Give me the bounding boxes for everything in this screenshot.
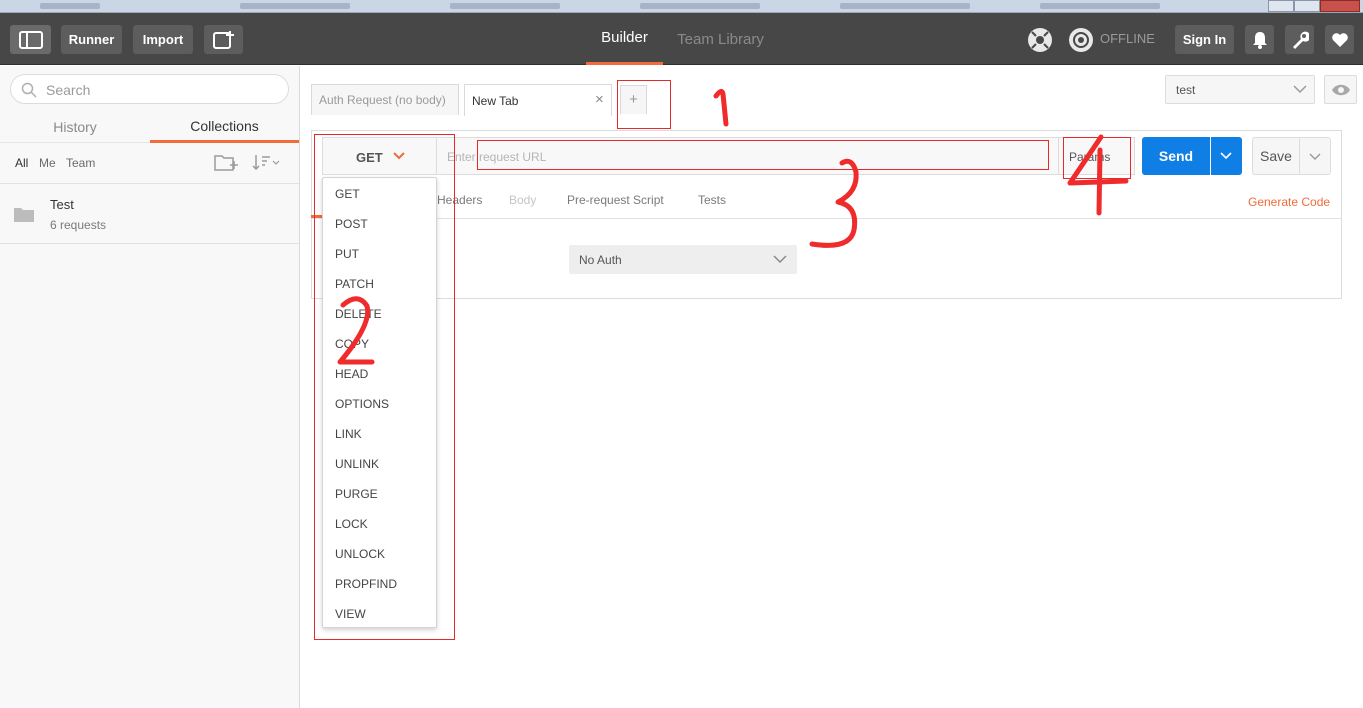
new-window-icon [212,30,234,49]
bell-icon [1252,31,1267,49]
os-maximize-button[interactable] [1294,0,1320,12]
interceptor-button[interactable] [1025,25,1055,54]
sidebar: Search History Collections All Me Team T… [0,66,300,708]
environment-select[interactable]: test [1165,75,1315,104]
generate-code-link[interactable]: Generate Code [1248,195,1330,209]
os-taskbar-item [840,3,970,9]
method-option-purge[interactable]: PURGE [335,487,378,505]
new-window-button[interactable] [204,25,243,54]
tab-new-tab[interactable]: New Tab × [464,84,612,116]
offline-status: OFFLINE [1100,31,1155,46]
annotation-digit-1 [713,88,729,127]
method-option-get[interactable]: GET [335,187,360,205]
method-option-unlink[interactable]: UNLINK [335,457,379,475]
method-option-unlock[interactable]: UNLOCK [335,547,385,565]
os-taskbar-item [450,3,560,9]
close-tab-icon[interactable]: × [595,91,604,108]
satellite-icon [1028,27,1052,52]
subtab-headers[interactable]: Headers [437,193,482,207]
save-options-button[interactable] [1300,137,1331,175]
os-taskbar-item [640,3,760,9]
tab-label: New Tab [472,93,519,108]
subtab-tests[interactable]: Tests [698,193,726,207]
search-placeholder: Search [46,82,91,98]
search-icon [21,82,37,98]
sign-in-button[interactable]: Sign In [1175,25,1234,54]
tab-builder[interactable]: Builder [586,13,663,65]
favorites-button[interactable] [1325,25,1354,54]
notifications-button[interactable] [1245,25,1274,54]
settings-button[interactable] [1285,25,1314,54]
os-title-strip [0,0,1363,13]
method-option-head[interactable]: HEAD [335,367,368,385]
collection-item[interactable]: Test 6 requests [0,184,299,244]
chevron-down-icon [1220,152,1232,160]
tab-label: Auth Request (no body) [319,93,446,107]
heart-icon [1331,32,1348,47]
method-option-patch[interactable]: PATCH [335,277,374,295]
chevron-down-icon [773,255,787,264]
method-option-view[interactable]: VIEW [335,607,366,625]
filter-all[interactable]: All [15,156,28,170]
divider [311,218,1342,219]
new-folder-icon[interactable] [214,152,240,172]
method-select[interactable]: GET [322,137,437,175]
method-option-options[interactable]: OPTIONS [335,397,389,415]
os-minimize-button[interactable] [1268,0,1294,12]
subtab-body[interactable]: Body [509,193,536,207]
send-options-button[interactable] [1211,137,1242,175]
save-button[interactable]: Save [1252,137,1300,175]
subtab-pre-request-script[interactable]: Pre-request Script [567,193,664,207]
tab-auth-request[interactable]: Auth Request (no body) [311,84,459,115]
runner-button[interactable]: Runner [61,25,122,54]
params-label: Params [1069,150,1111,164]
eye-icon [1332,84,1350,96]
os-taskbar-item [40,3,100,9]
auth-type-value: No Auth [579,253,622,267]
method-option-delete[interactable]: DELETE [335,307,382,325]
url-placeholder: Enter request URL [447,150,547,164]
method-option-lock[interactable]: LOCK [335,517,368,535]
method-option-propfind[interactable]: PROPFIND [335,577,397,595]
method-option-put[interactable]: PUT [335,247,359,265]
search-input[interactable]: Search [10,74,289,104]
tab-history[interactable]: History [0,112,150,143]
new-tab-button[interactable]: + [620,85,647,114]
params-button[interactable]: Params [1059,137,1135,175]
chevron-down-icon [393,152,405,160]
collection-name: Test [50,197,74,212]
method-option-link[interactable]: LINK [335,427,362,445]
os-taskbar-item [240,3,350,9]
sync-icon [1069,27,1093,52]
import-button[interactable]: Import [133,25,193,54]
folder-icon [14,208,34,222]
os-taskbar-item [1040,3,1160,9]
chevron-down-icon [1293,85,1307,94]
environment-quick-look-button[interactable] [1324,75,1357,104]
auth-type-select[interactable]: No Auth [569,245,797,274]
method-dropdown-menu: GET POST PUT PATCH DELETE COPY HEAD OPTI… [322,177,437,628]
chevron-down-icon [1309,153,1321,160]
tab-collections[interactable]: Collections [150,112,299,143]
environment-value: test [1176,83,1196,97]
app-header: Runner Import Builder Team Library OFFLI… [0,13,1363,65]
sync-status-button[interactable] [1066,25,1096,54]
sidebar-toggle-icon [18,30,43,49]
filter-team[interactable]: Team [66,156,95,170]
url-input[interactable]: Enter request URL [437,137,1059,175]
os-close-button[interactable] [1320,0,1360,12]
send-button[interactable]: Send [1142,137,1210,175]
method-option-copy[interactable]: COPY [335,337,369,355]
filter-me[interactable]: Me [39,156,56,170]
tab-team-library[interactable]: Team Library [670,13,771,65]
sidebar-toggle-button[interactable] [10,25,51,54]
method-option-post[interactable]: POST [335,217,368,235]
wrench-icon [1292,31,1309,49]
collection-meta: 6 requests [50,218,107,232]
method-value: GET [356,150,383,165]
sort-icon[interactable] [252,154,282,170]
